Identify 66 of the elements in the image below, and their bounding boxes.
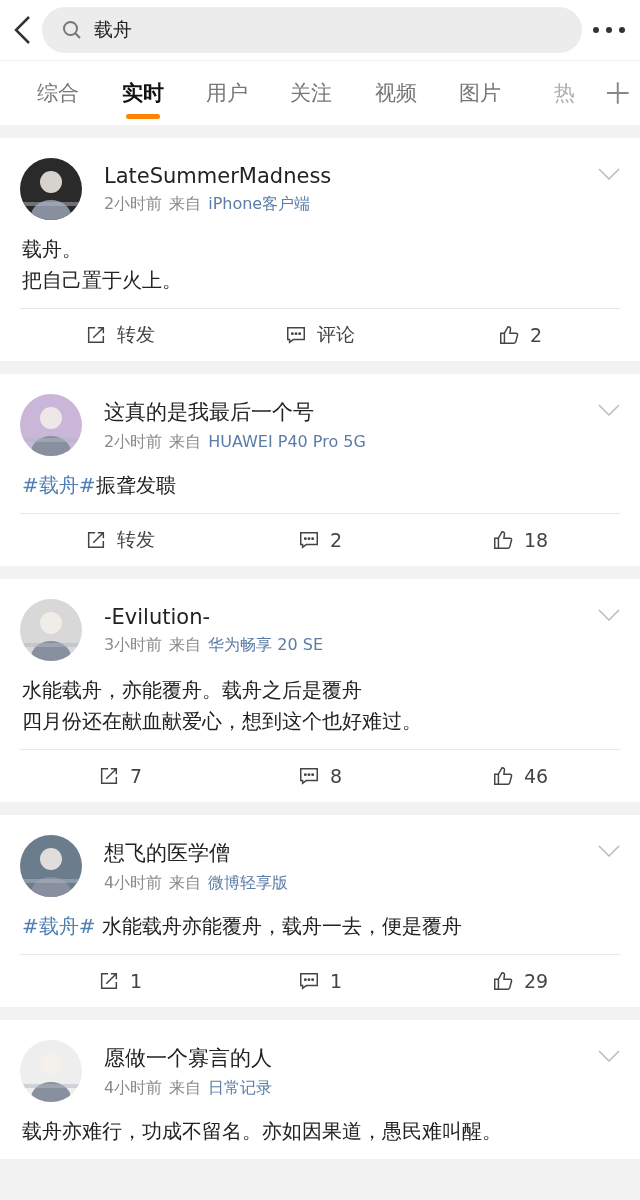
like-count[interactable]: 29: [523, 970, 549, 992]
author-name[interactable]: 愿做一个寡言的人: [104, 1043, 273, 1072]
author-name[interactable]: LateSummerMadness: [104, 163, 332, 188]
comment-count[interactable]: 8: [329, 765, 343, 787]
comment-icon: [297, 970, 320, 992]
source-link[interactable]: iPhone客户端: [208, 193, 311, 215]
chevron-down-icon[interactable]: [598, 845, 620, 857]
tab[interactable]: 实时: [100, 61, 185, 125]
post-text: #载舟# 水能载舟亦能覆舟，载舟一去，便是覆舟: [22, 913, 463, 940]
author-name[interactable]: -Evilution-: [104, 604, 323, 629]
share-icon: [85, 324, 107, 346]
post-time: 2小时前: [104, 431, 163, 453]
chevron-down-icon[interactable]: [598, 404, 620, 416]
search-value: 载舟: [94, 17, 132, 42]
back-icon[interactable]: [12, 14, 32, 46]
comment-count[interactable]: 2: [329, 529, 343, 551]
source-prefix: 来自: [169, 431, 202, 453]
comment-icon: [297, 765, 320, 787]
post-time: 3小时前: [104, 634, 163, 656]
source-link[interactable]: HUAWEI P40 Pro 5G: [208, 431, 366, 453]
author-name[interactable]: 这真的是我最后一个号: [104, 397, 366, 426]
thumbs-up-icon: [497, 324, 520, 346]
post-text: 载舟。: [22, 236, 83, 263]
thumbs-up-icon: [491, 970, 514, 992]
like-count[interactable]: 46: [523, 765, 549, 787]
source-prefix: 来自: [169, 872, 202, 894]
author-name[interactable]: 想飞的医学僧: [104, 838, 289, 867]
repost-count[interactable]: 7: [129, 765, 143, 787]
tab[interactable]: 图片: [437, 61, 523, 125]
source-link[interactable]: 日常记录: [208, 1077, 273, 1099]
tab[interactable]: 关注: [269, 61, 354, 125]
comment-count[interactable]: 评论: [317, 322, 355, 348]
tab[interactable]: 用户: [184, 61, 270, 125]
thumbs-up-icon: [491, 765, 514, 787]
post-text: 水能载舟，亦能覆舟。载舟之后是覆舟: [22, 677, 363, 704]
chevron-down-icon[interactable]: [598, 168, 620, 180]
source-link[interactable]: 微博轻享版: [208, 872, 289, 894]
tab[interactable]: 视频: [353, 61, 438, 125]
like-count[interactable]: 2: [529, 324, 543, 346]
source-prefix: 来自: [169, 634, 202, 656]
post-text: 载舟亦难行，功成不留名。亦如因果道，愚民难叫醒。: [22, 1118, 503, 1145]
source-link[interactable]: 华为畅享 20 SE: [208, 634, 323, 656]
chevron-down-icon[interactable]: [598, 1050, 620, 1062]
plus-icon[interactable]: [606, 81, 630, 105]
repost-count[interactable]: 转发: [117, 322, 155, 348]
post-time: 2小时前: [104, 193, 163, 215]
comment-icon: [285, 324, 307, 346]
thumbs-up-icon: [491, 529, 514, 551]
tab[interactable]: 综合: [16, 61, 101, 125]
post-time: 4小时前: [104, 1077, 163, 1099]
search-icon: [62, 20, 82, 40]
search-field[interactable]: 载舟: [42, 7, 582, 53]
source-prefix: 来自: [169, 193, 202, 215]
post-text: #载舟#振聋发聩: [22, 472, 177, 499]
comment-icon: [297, 529, 320, 551]
post-time: 4小时前: [104, 872, 163, 894]
chevron-down-icon[interactable]: [598, 609, 620, 621]
repost-count[interactable]: 1: [129, 970, 143, 992]
share-icon: [85, 529, 107, 551]
source-prefix: 来自: [169, 1077, 202, 1099]
post-text: 四月份还在献血献爱心，想到这个也好难过。: [22, 708, 423, 735]
repost-count[interactable]: 转发: [117, 527, 155, 553]
like-count[interactable]: 18: [523, 529, 549, 551]
more-icon[interactable]: [592, 26, 626, 34]
post-text: 把自己置于火上。: [22, 267, 183, 294]
comment-count[interactable]: 1: [329, 970, 343, 992]
